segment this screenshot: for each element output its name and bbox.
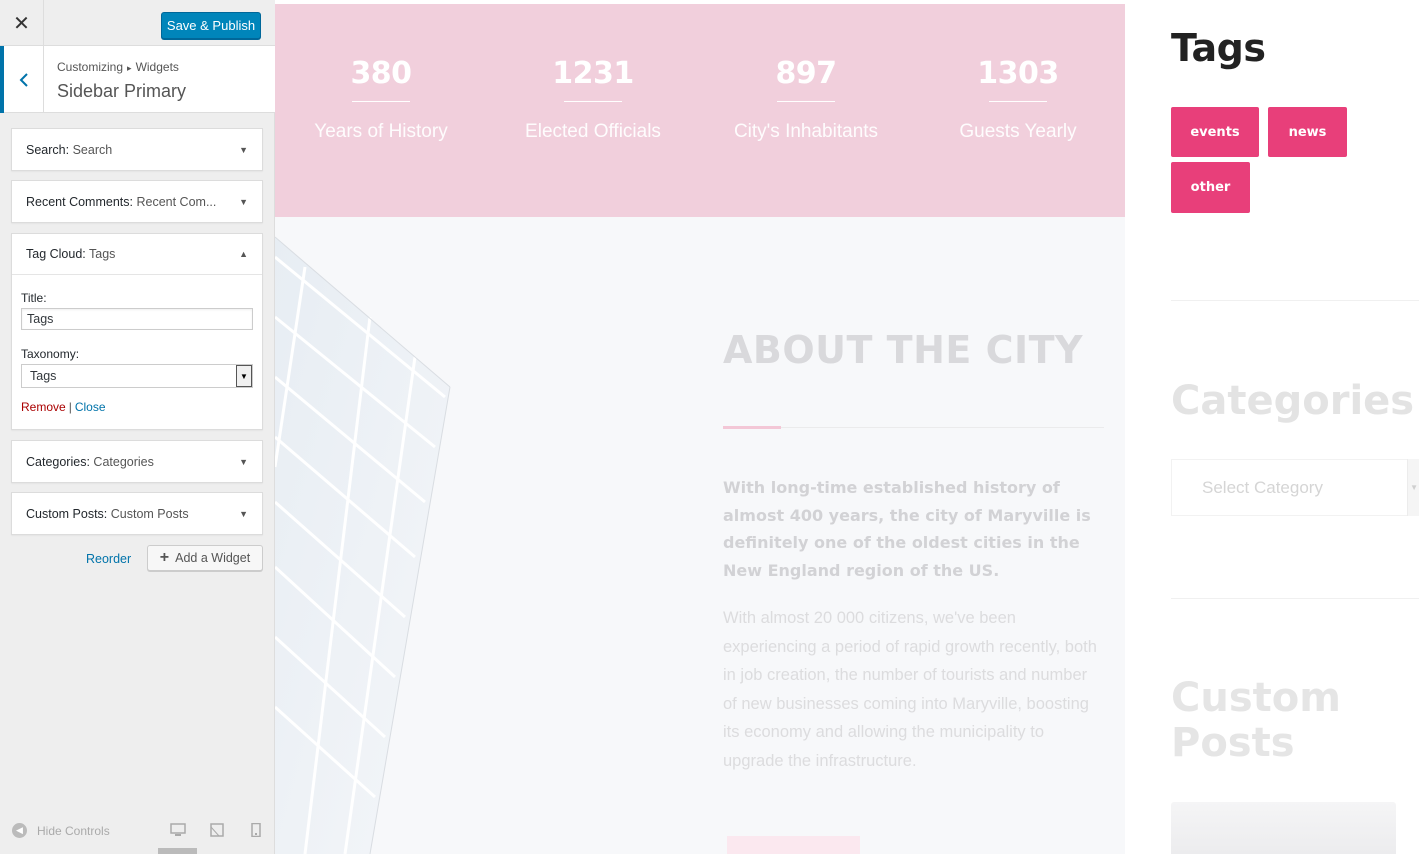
- close-link[interactable]: Close: [75, 400, 106, 414]
- hide-controls-button[interactable]: ◀ Hide Controls: [12, 823, 110, 838]
- widget-type: Custom Posts:: [26, 506, 108, 521]
- widget-title: Custom Posts: [110, 506, 189, 521]
- widget-title: Tags: [89, 247, 116, 261]
- active-device-indicator: [158, 848, 197, 854]
- widget-tag-cloud: Tag Cloud: Tags ▲ Title: Tags Taxonomy: …: [11, 233, 263, 430]
- save-publish-button[interactable]: Save & Publish: [161, 12, 261, 39]
- widget-form: Title: Tags Taxonomy: Tags ▼ Remove | Clos…: [12, 275, 262, 414]
- tag-events[interactable]: events: [1171, 107, 1259, 157]
- widget-header[interactable]: Tag Cloud: Tags ▲: [12, 234, 262, 275]
- about-body-text: With almost 20 000 citizens, we've been …: [723, 609, 1097, 770]
- categories-heading: Categories: [1171, 378, 1415, 424]
- remove-link[interactable]: Remove: [21, 400, 66, 414]
- close-icon: ✕: [13, 12, 30, 35]
- caret-down-icon[interactable]: ▼: [239, 197, 248, 207]
- chevron-down-icon[interactable]: ▼: [1407, 459, 1419, 516]
- stat-divider: [352, 101, 410, 102]
- stat-item: 897 City's Inhabitants: [706, 4, 906, 143]
- close-customizer-button[interactable]: ✕: [0, 0, 44, 46]
- widget-search: Search: Search ▼: [11, 128, 263, 171]
- sidebar-divider: [1171, 598, 1419, 599]
- about-divider: [781, 427, 1104, 428]
- stat-divider: [989, 101, 1047, 102]
- section-title: Sidebar Primary: [57, 81, 187, 101]
- tablet-preview-icon[interactable]: [209, 823, 225, 837]
- widget-header[interactable]: Custom Posts: Custom Posts ▼: [12, 493, 262, 534]
- dropdown-arrow-icon[interactable]: ▼: [236, 365, 252, 387]
- widget-header[interactable]: Search: Search ▼: [12, 129, 262, 170]
- stat-label: Years of History: [314, 121, 448, 142]
- chevron-left-icon: [19, 72, 28, 87]
- collapse-icon: ◀: [12, 823, 27, 838]
- taxonomy-selected: Tags: [30, 369, 57, 383]
- widget-actions: Remove | Close: [21, 400, 253, 414]
- customizer-panel: ✕ Save & Publish Customizing ▸ Widgets Sid…: [0, 0, 275, 854]
- caret-down-icon[interactable]: ▼: [239, 509, 248, 519]
- caret-up-icon[interactable]: ▲: [239, 249, 248, 259]
- about-title: ABOUT THE CITY: [723, 328, 1084, 372]
- breadcrumb: Customizing ▸ Widgets: [57, 60, 179, 74]
- category-select[interactable]: Select Category: [1171, 459, 1419, 516]
- widget-title: Search: [72, 142, 113, 157]
- add-widget-label: Add a Widget: [175, 551, 251, 565]
- stat-divider: [564, 101, 622, 102]
- caret-down-icon[interactable]: ▼: [239, 145, 248, 155]
- about-lead-text: With long-time established history of al…: [723, 478, 1091, 580]
- widget-type: Tag Cloud:: [26, 247, 86, 261]
- widget-categories: Categories: Categories ▼: [11, 440, 263, 483]
- mobile-preview-icon[interactable]: [248, 823, 264, 837]
- stat-number: 380: [350, 56, 412, 91]
- hide-controls-label: Hide Controls: [37, 823, 110, 838]
- widget-type: Categories:: [26, 454, 90, 469]
- about-cta-button[interactable]: [727, 836, 860, 854]
- stat-divider: [777, 101, 835, 102]
- section-header: Customizing ▸ Widgets Sidebar Primary: [0, 46, 275, 113]
- stat-item: 380 Years of History: [281, 4, 481, 143]
- stat-label: Elected Officials: [525, 121, 661, 142]
- add-widget-button[interactable]: + Add a Widget: [147, 545, 263, 571]
- widget-custom-posts: Custom Posts: Custom Posts ▼: [11, 492, 263, 535]
- stat-item: 1231 Elected Officials: [493, 4, 693, 143]
- tags-heading: Tags: [1171, 26, 1266, 70]
- custom-posts-heading: Custom Posts: [1171, 675, 1341, 766]
- back-button[interactable]: [0, 46, 44, 113]
- widget-title: Recent Com...: [136, 194, 217, 209]
- title-field[interactable]: Tags: [21, 308, 253, 330]
- widget-recent-comments: Recent Comments: Recent Com... ▼: [11, 180, 263, 223]
- stat-number: 1303: [977, 56, 1059, 91]
- stat-label: Guests Yearly: [959, 121, 1077, 142]
- widget-header[interactable]: Categories: Categories ▼: [12, 441, 262, 482]
- plus-icon: +: [159, 549, 170, 566]
- tag-other[interactable]: other: [1171, 162, 1250, 213]
- stat-number: 1231: [552, 56, 634, 91]
- widget-type: Search:: [26, 142, 70, 157]
- reorder-link[interactable]: Reorder: [86, 552, 131, 566]
- caret-down-icon[interactable]: ▼: [239, 457, 248, 467]
- tag-news[interactable]: news: [1268, 107, 1347, 157]
- widget-header[interactable]: Recent Comments: Recent Com... ▼: [12, 181, 262, 222]
- site-preview: 380 Years of History 1231 Elected Offici…: [275, 0, 1419, 854]
- breadcrumb-separator: ▸: [127, 63, 132, 73]
- desktop-preview-icon[interactable]: [170, 823, 186, 837]
- stats-band: 380 Years of History 1231 Elected Offici…: [275, 4, 1125, 217]
- about-accent-line: [723, 426, 781, 429]
- breadcrumb-customizing: Customizing: [57, 60, 124, 74]
- stat-number: 897: [775, 56, 837, 91]
- taxonomy-label: Taxonomy:: [21, 347, 80, 361]
- sidebar-divider: [1171, 300, 1419, 301]
- title-label: Title:: [21, 291, 47, 305]
- stat-item: 1303 Guests Yearly: [918, 4, 1118, 143]
- action-separator: |: [68, 400, 72, 414]
- widget-title: Categories: [93, 454, 154, 469]
- customizer-header: ✕ Save & Publish: [0, 0, 275, 46]
- stat-label: City's Inhabitants: [733, 121, 879, 142]
- breadcrumb-widgets: Widgets: [135, 60, 179, 74]
- taxonomy-select[interactable]: Tags ▼: [21, 364, 253, 388]
- customizer-footer: ◀ Hide Controls: [0, 815, 275, 854]
- custom-post-thumbnail[interactable]: [1171, 802, 1396, 854]
- widget-type: Recent Comments:: [26, 194, 133, 209]
